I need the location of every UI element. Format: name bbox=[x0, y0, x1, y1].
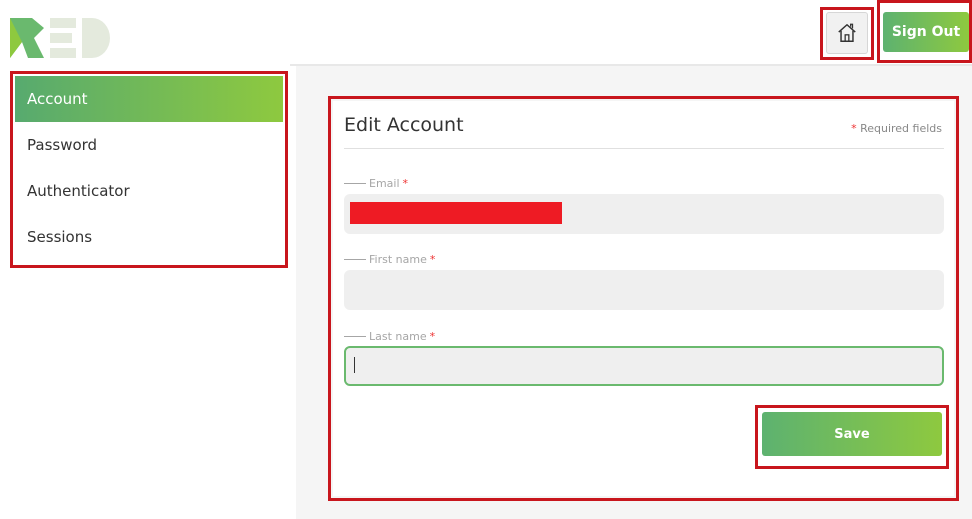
required-fields-note: * Required fields bbox=[851, 122, 942, 135]
first-name-field[interactable] bbox=[344, 270, 944, 310]
sidebar-item-sessions[interactable]: Sessions bbox=[15, 214, 283, 260]
sidebar-item-label: Authenticator bbox=[27, 182, 130, 200]
required-star: * bbox=[429, 330, 436, 343]
sidebar-item-label: Password bbox=[27, 136, 98, 154]
email-label-text: Email bbox=[369, 177, 400, 190]
title-divider bbox=[344, 148, 944, 149]
sidebar-item-account[interactable]: Account bbox=[15, 76, 283, 122]
first-name-label: First name * bbox=[344, 253, 435, 266]
required-star: * bbox=[851, 122, 857, 135]
last-name-label: Last name * bbox=[344, 330, 435, 343]
last-name-label-text: Last name bbox=[369, 330, 427, 343]
red-logo-icon bbox=[10, 18, 110, 58]
email-label: Email * bbox=[344, 177, 408, 190]
required-note-text: Required fields bbox=[860, 122, 942, 135]
home-button[interactable] bbox=[826, 12, 868, 54]
save-button[interactable]: Save bbox=[762, 412, 942, 456]
brand-logo bbox=[10, 18, 110, 58]
first-name-label-text: First name bbox=[369, 253, 427, 266]
required-star: * bbox=[402, 177, 409, 190]
sidebar-item-label: Sessions bbox=[27, 228, 93, 246]
required-star: * bbox=[429, 253, 436, 266]
sidebar-item-password[interactable]: Password bbox=[15, 122, 283, 168]
sign-out-button[interactable]: Sign Out bbox=[883, 12, 969, 52]
last-name-field[interactable] bbox=[344, 346, 944, 386]
sidebar-item-authenticator[interactable]: Authenticator bbox=[15, 168, 283, 214]
house-icon bbox=[838, 23, 856, 42]
sidebar-item-label: Account bbox=[27, 90, 88, 108]
page-title: Edit Account bbox=[344, 114, 464, 136]
email-redaction bbox=[350, 202, 562, 224]
text-cursor bbox=[354, 357, 355, 373]
